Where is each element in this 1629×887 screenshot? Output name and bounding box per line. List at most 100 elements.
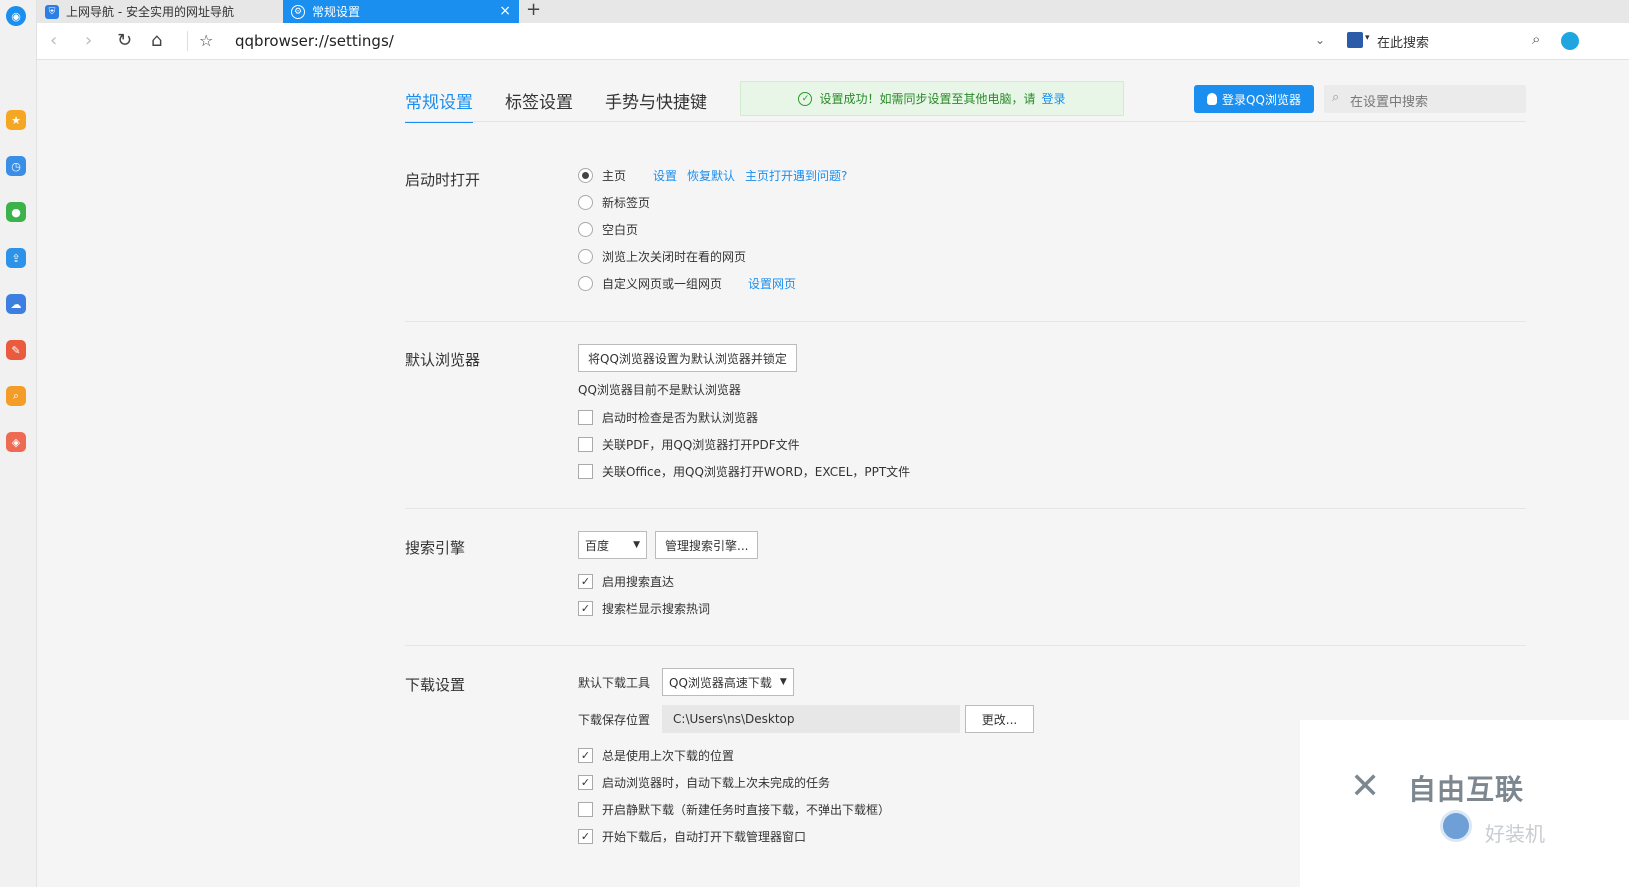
login-qq-button[interactable]: 登录QQ浏览器 [1194,85,1314,113]
history-icon[interactable]: ◷ [6,156,26,176]
tab-general[interactable]: 常规设置 [405,88,473,123]
watermark-brand: 自由互联 [1408,773,1525,806]
qq-browser-logo-icon[interactable]: ◉ [6,6,26,26]
set-default-button[interactable]: 将QQ浏览器设置为默认浏览器并锁定 [578,344,797,372]
select-value: 百度 [585,538,610,553]
divider [405,508,1526,509]
tab-title: 常规设置 [312,5,361,19]
star-icon[interactable]: ☆ [199,31,213,51]
chevron-down-icon[interactable]: ⌄ [1315,33,1325,47]
search-tool-icon[interactable]: ⌕ [6,386,26,406]
address-toolbar: ‹ › ↻ ⌂ ☆ qqbrowser://settings/ ⌄ ▾ 在此搜索… [37,23,1629,60]
back-icon[interactable]: ‹ [50,31,57,51]
status-text: QQ浏览器目前不是默认浏览器 [578,383,741,397]
section-title-download: 下载设置 [405,676,466,694]
refresh-icon[interactable]: ↻ [117,31,132,51]
checkbox[interactable]: ✓ [578,574,593,589]
checkbox[interactable]: ✓ [578,748,593,763]
forward-icon[interactable]: › [85,31,92,51]
tab-title: 上网导航 - 安全实用的网址导航 [66,5,234,19]
set-home-link[interactable]: 设置 [653,167,677,184]
search-engine-row: 百度 ▼ 管理搜索引擎... [578,531,759,559]
checkbox[interactable] [578,802,593,817]
checkbox-option[interactable]: ✓ 总是使用上次下载的位置 [578,747,734,764]
left-sidebar: ◉ ★ ◷ ● ⇪ ☁ ✎ ⌕ ◈ [0,0,37,887]
search-engine-select[interactable]: 百度 ▼ [578,531,647,559]
tab-navigation[interactable]: ⛨ 上网导航 - 安全实用的网址导航 [37,0,282,23]
baidu-icon[interactable] [1347,32,1363,48]
manage-search-engines-button[interactable]: 管理搜索引擎... [655,531,759,559]
download-path-field[interactable]: C:\Users\ns\Desktop [662,705,961,733]
radio-button[interactable] [578,195,593,210]
checkbox[interactable]: ✓ [578,601,593,616]
restore-default-link[interactable]: 恢复默认 [687,167,735,184]
caret-icon[interactable]: ▾ [1365,33,1370,43]
home-problem-link[interactable]: 主页打开遇到问题? [745,167,847,184]
tab-gestures[interactable]: 手势与快捷键 [605,88,707,123]
option-label: 主页 [602,169,627,183]
penguin-icon [1207,93,1218,105]
divider [405,321,1526,322]
checkbox-option[interactable]: ✓ 搜索栏显示搜索热词 [578,600,710,617]
field-label: 默认下载工具 [578,675,651,690]
file-transfer-icon[interactable]: ⇪ [6,248,26,268]
radio-option[interactable]: 主页 设置 恢复默认 主页打开遇到问题? [578,167,847,184]
change-path-button[interactable]: 更改... [965,705,1035,733]
divider [405,121,1526,122]
checkbox-option[interactable]: ✓ 开始下载后，自动打开下载管理器窗口 [578,828,806,845]
search-input[interactable]: 在此搜索 [1377,32,1429,51]
close-icon[interactable]: × [499,3,511,19]
tab-settings[interactable]: ⚙ 常规设置 × [283,0,519,23]
radio-button[interactable] [578,222,593,237]
section-title-default-browser: 默认浏览器 [405,351,481,369]
watermark-x-logo: ✕ [1350,766,1381,807]
option-label: 启用搜索直达 [602,575,675,589]
checkbox-option[interactable]: 关联PDF，用QQ浏览器打开PDF文件 [578,436,800,453]
checkbox-option[interactable]: 开启静默下载（新建任务时直接下载，不弹出下载框） [578,801,890,818]
checkbox[interactable]: ✓ [578,775,593,790]
tab-tabs[interactable]: 标签设置 [505,88,573,123]
settings-search-input[interactable]: 在设置中搜索 [1350,91,1428,110]
checkbox[interactable]: ✓ [578,829,593,844]
checkbox[interactable] [578,464,593,479]
checkbox-option[interactable]: ✓ 启动浏览器时，自动下载上次未完成的任务 [578,774,830,791]
radio-button[interactable] [578,249,593,264]
checkbox[interactable] [578,410,593,425]
select-value: QQ浏览器高速下载 [669,675,772,690]
option-label: 自定义网页或一组网页 [602,277,723,291]
wechat-icon[interactable]: ● [6,202,26,222]
search-engine-box[interactable]: ▾ 在此搜索 ⌕ [1337,23,1587,59]
checkbox-option[interactable]: ✓ 启用搜索直达 [578,573,674,590]
radio-option[interactable]: 新标签页 [578,194,650,211]
radio-button[interactable] [578,276,593,291]
pdf-icon[interactable]: ✎ [6,340,26,360]
checkbox-option[interactable]: 启动时检查是否为默认浏览器 [578,409,758,426]
section-title-search: 搜索引擎 [405,539,466,557]
settings-search[interactable]: ⌕ 在设置中搜索 [1324,85,1526,113]
cloud-icon[interactable]: ☁ [6,294,26,314]
home-icon[interactable]: ⌂ [151,31,162,51]
radio-option[interactable]: 空白页 [578,221,638,238]
download-tool-select[interactable]: QQ浏览器高速下载 ▼ [662,668,794,696]
new-tab-icon[interactable]: + [526,0,541,20]
watermark-sub: 好装机 [1485,822,1545,846]
checkbox[interactable] [578,437,593,452]
default-status: QQ浏览器目前不是默认浏览器 [578,381,741,398]
extension-icon[interactable] [1561,32,1579,50]
set-pages-link[interactable]: 设置网页 [748,275,796,292]
checkbox-option[interactable]: 关联Office，用QQ浏览器打开WORD，EXCEL，PPT文件 [578,463,910,480]
radio-button[interactable] [578,168,593,183]
search-icon[interactable]: ⌕ [1532,30,1540,48]
option-label: 浏览上次关闭时在看的网页 [602,250,747,264]
address-input[interactable]: qqbrowser://settings/ [235,32,394,50]
favorites-icon[interactable]: ★ [6,110,26,130]
radio-option[interactable]: 自定义网页或一组网页 设置网页 [578,275,796,292]
tab-strip: ⛨ 上网导航 - 安全实用的网址导航 ⚙ 常规设置 × + [37,0,1629,23]
success-notice: ✓ 设置成功！如需同步设置至其他电脑，请 登录 [740,81,1124,116]
notice-text: 设置成功！如需同步设置至其他电脑，请 [819,92,1036,106]
option-label: 关联PDF，用QQ浏览器打开PDF文件 [602,438,800,452]
notice-login-link[interactable]: 登录 [1042,90,1066,107]
divider [405,645,1526,646]
app-store-icon[interactable]: ◈ [6,432,26,452]
radio-option[interactable]: 浏览上次关闭时在看的网页 [578,248,746,265]
